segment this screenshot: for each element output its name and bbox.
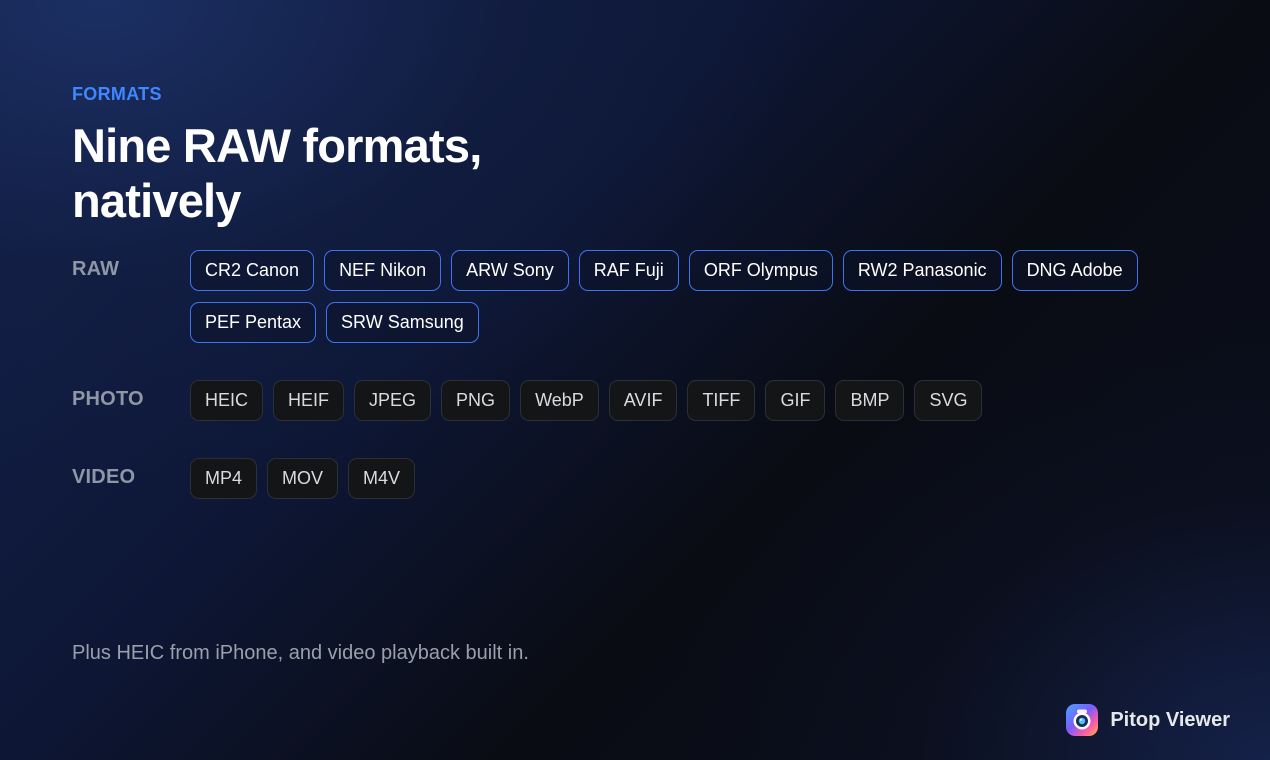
format-chip-heif: HEIF — [273, 380, 345, 421]
page-title-line-1: Nine RAW formats, — [72, 119, 482, 172]
raw-group-label: RAW — [72, 258, 120, 280]
format-chip-cr2: CR2 Canon — [190, 250, 315, 291]
video-group-label: VIDEO — [72, 466, 136, 488]
brand-name: Pitop Viewer — [1110, 708, 1230, 731]
formats-eyebrow: FORMATS — [72, 84, 162, 104]
format-chip-mp4: MP4 — [190, 458, 258, 499]
format-chip-pef: PEF Pentax — [190, 302, 317, 343]
format-chip-jpeg: JPEG — [354, 380, 432, 421]
format-chip-nef: NEF Nikon — [324, 250, 442, 291]
format-chip-tiff: TIFF — [687, 380, 756, 421]
format-chip-gif: GIF — [765, 380, 826, 421]
page-title: Nine RAW formats, natively — [72, 118, 482, 228]
page-title-line-2: natively — [72, 174, 241, 227]
format-chip-mov: MOV — [267, 458, 339, 499]
raw-format-list: CR2 Canon NEF Nikon ARW Sony RAF Fuji OR… — [190, 250, 1170, 343]
format-chip-dng: DNG Adobe — [1011, 250, 1138, 291]
video-format-list: MP4 MOV M4V — [190, 458, 1170, 499]
camera-lens-icon — [1066, 704, 1099, 736]
format-chip-svg: SVG — [914, 380, 983, 421]
format-chip-avif: AVIF — [608, 380, 678, 421]
photo-format-list: HEIC HEIF JPEG PNG WebP AVIF TIFF GIF BM… — [190, 380, 1170, 421]
format-chip-rw2: RW2 Panasonic — [842, 250, 1002, 291]
footnote: Plus HEIC from iPhone, and video playbac… — [72, 642, 529, 664]
format-chip-heic: HEIC — [190, 380, 264, 421]
format-chip-srw: SRW Samsung — [326, 302, 479, 343]
format-chip-webp: WebP — [520, 380, 599, 421]
format-chip-raf: RAF Fuji — [578, 250, 679, 291]
format-chip-orf: ORF Olympus — [688, 250, 833, 291]
format-chip-m4v: M4V — [348, 458, 416, 499]
photo-group-label: PHOTO — [72, 388, 144, 410]
brand: Pitop Viewer — [1066, 704, 1230, 736]
format-chip-png: PNG — [441, 380, 511, 421]
format-chip-bmp: BMP — [835, 380, 905, 421]
format-chip-arw: ARW Sony — [451, 250, 569, 291]
